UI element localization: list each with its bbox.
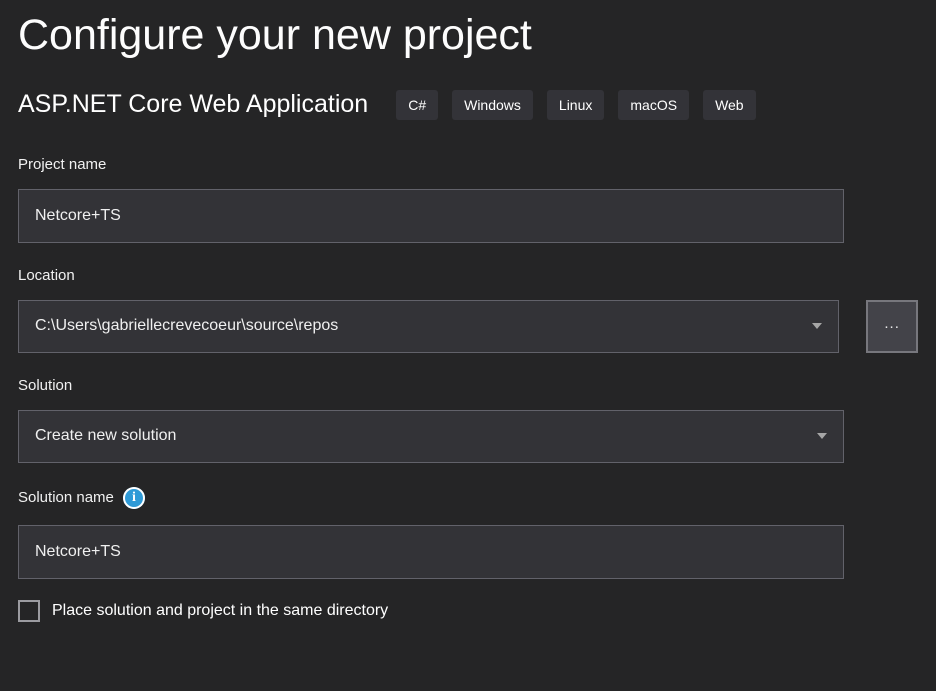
browse-button[interactable]: ... xyxy=(866,300,918,353)
project-name-input[interactable] xyxy=(18,189,844,243)
ellipsis-icon: ... xyxy=(884,315,900,332)
solution-label-text: Solution xyxy=(18,377,72,394)
page-title: Configure your new project xyxy=(18,10,918,62)
template-tags: C# Windows Linux macOS Web xyxy=(396,90,755,120)
location-value: C:\Users\gabriellecrevecoeur\source\repo… xyxy=(35,317,338,335)
same-directory-checkbox[interactable] xyxy=(18,600,40,622)
solution-label: Solution xyxy=(18,377,918,394)
chevron-down-icon xyxy=(817,433,827,439)
template-name: ASP.NET Core Web Application xyxy=(18,90,368,119)
project-name-label-text: Project name xyxy=(18,156,106,173)
location-row: C:\Users\gabriellecrevecoeur\source\repo… xyxy=(18,284,918,353)
tag-csharp: C# xyxy=(396,90,438,120)
same-directory-row: Place solution and project in the same d… xyxy=(18,600,918,622)
template-row: ASP.NET Core Web Application C# Windows … xyxy=(18,90,918,120)
configure-project-dialog: Configure your new project ASP.NET Core … xyxy=(0,0,936,622)
info-icon[interactable]: i xyxy=(123,487,145,509)
solution-combobox[interactable]: Create new solution xyxy=(18,410,844,463)
solution-name-label: Solution name i xyxy=(18,487,918,509)
tag-windows: Windows xyxy=(452,90,533,120)
solution-name-input[interactable] xyxy=(18,525,844,579)
tag-macos: macOS xyxy=(618,90,689,120)
location-combobox[interactable]: C:\Users\gabriellecrevecoeur\source\repo… xyxy=(18,300,839,353)
chevron-down-icon xyxy=(812,323,822,329)
info-icon-glyph: i xyxy=(132,491,136,505)
location-label-text: Location xyxy=(18,267,75,284)
tag-web: Web xyxy=(703,90,756,120)
same-directory-label[interactable]: Place solution and project in the same d… xyxy=(52,602,388,620)
tag-linux: Linux xyxy=(547,90,604,120)
solution-name-label-text: Solution name xyxy=(18,489,114,506)
project-name-label: Project name xyxy=(18,156,918,173)
location-label: Location xyxy=(18,267,918,284)
solution-value: Create new solution xyxy=(35,427,176,445)
